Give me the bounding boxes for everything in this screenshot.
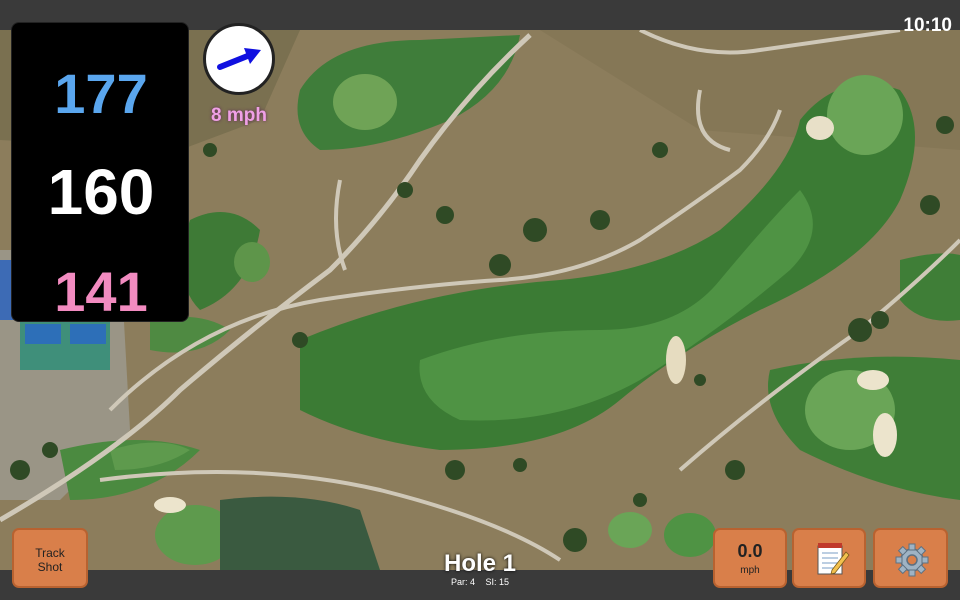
wind-indicator: [203, 23, 275, 95]
speed-unit: mph: [740, 565, 760, 576]
track-shot-label-line1: Track: [35, 546, 65, 560]
notepad-icon: [817, 543, 850, 575]
track-shot-label-line2: Shot: [37, 560, 63, 574]
arrow-icon: [217, 48, 261, 70]
speed-value: 0.0: [737, 541, 763, 561]
middle-distance: 160: [47, 156, 155, 228]
distance-panel: 177 160 141: [11, 22, 189, 323]
track-shot-button[interactable]: Track Shot: [12, 528, 88, 588]
wind-speed: 8 mph: [211, 105, 267, 126]
speed-button[interactable]: 0.0 mph: [713, 528, 787, 588]
clock: 10:10: [903, 15, 952, 36]
front-distance: 141: [54, 260, 148, 323]
hole-title: Hole 1: [443, 550, 517, 577]
settings-button[interactable]: [873, 528, 948, 588]
hole-par: Par: 4: [450, 577, 475, 587]
hole-stroke-index: SI: 15: [485, 577, 510, 587]
back-distance: 177: [54, 62, 148, 125]
notes-button[interactable]: [792, 528, 866, 588]
gear-icon: [895, 543, 929, 577]
hole-info: Par: 4 SI: 15: [380, 577, 580, 587]
